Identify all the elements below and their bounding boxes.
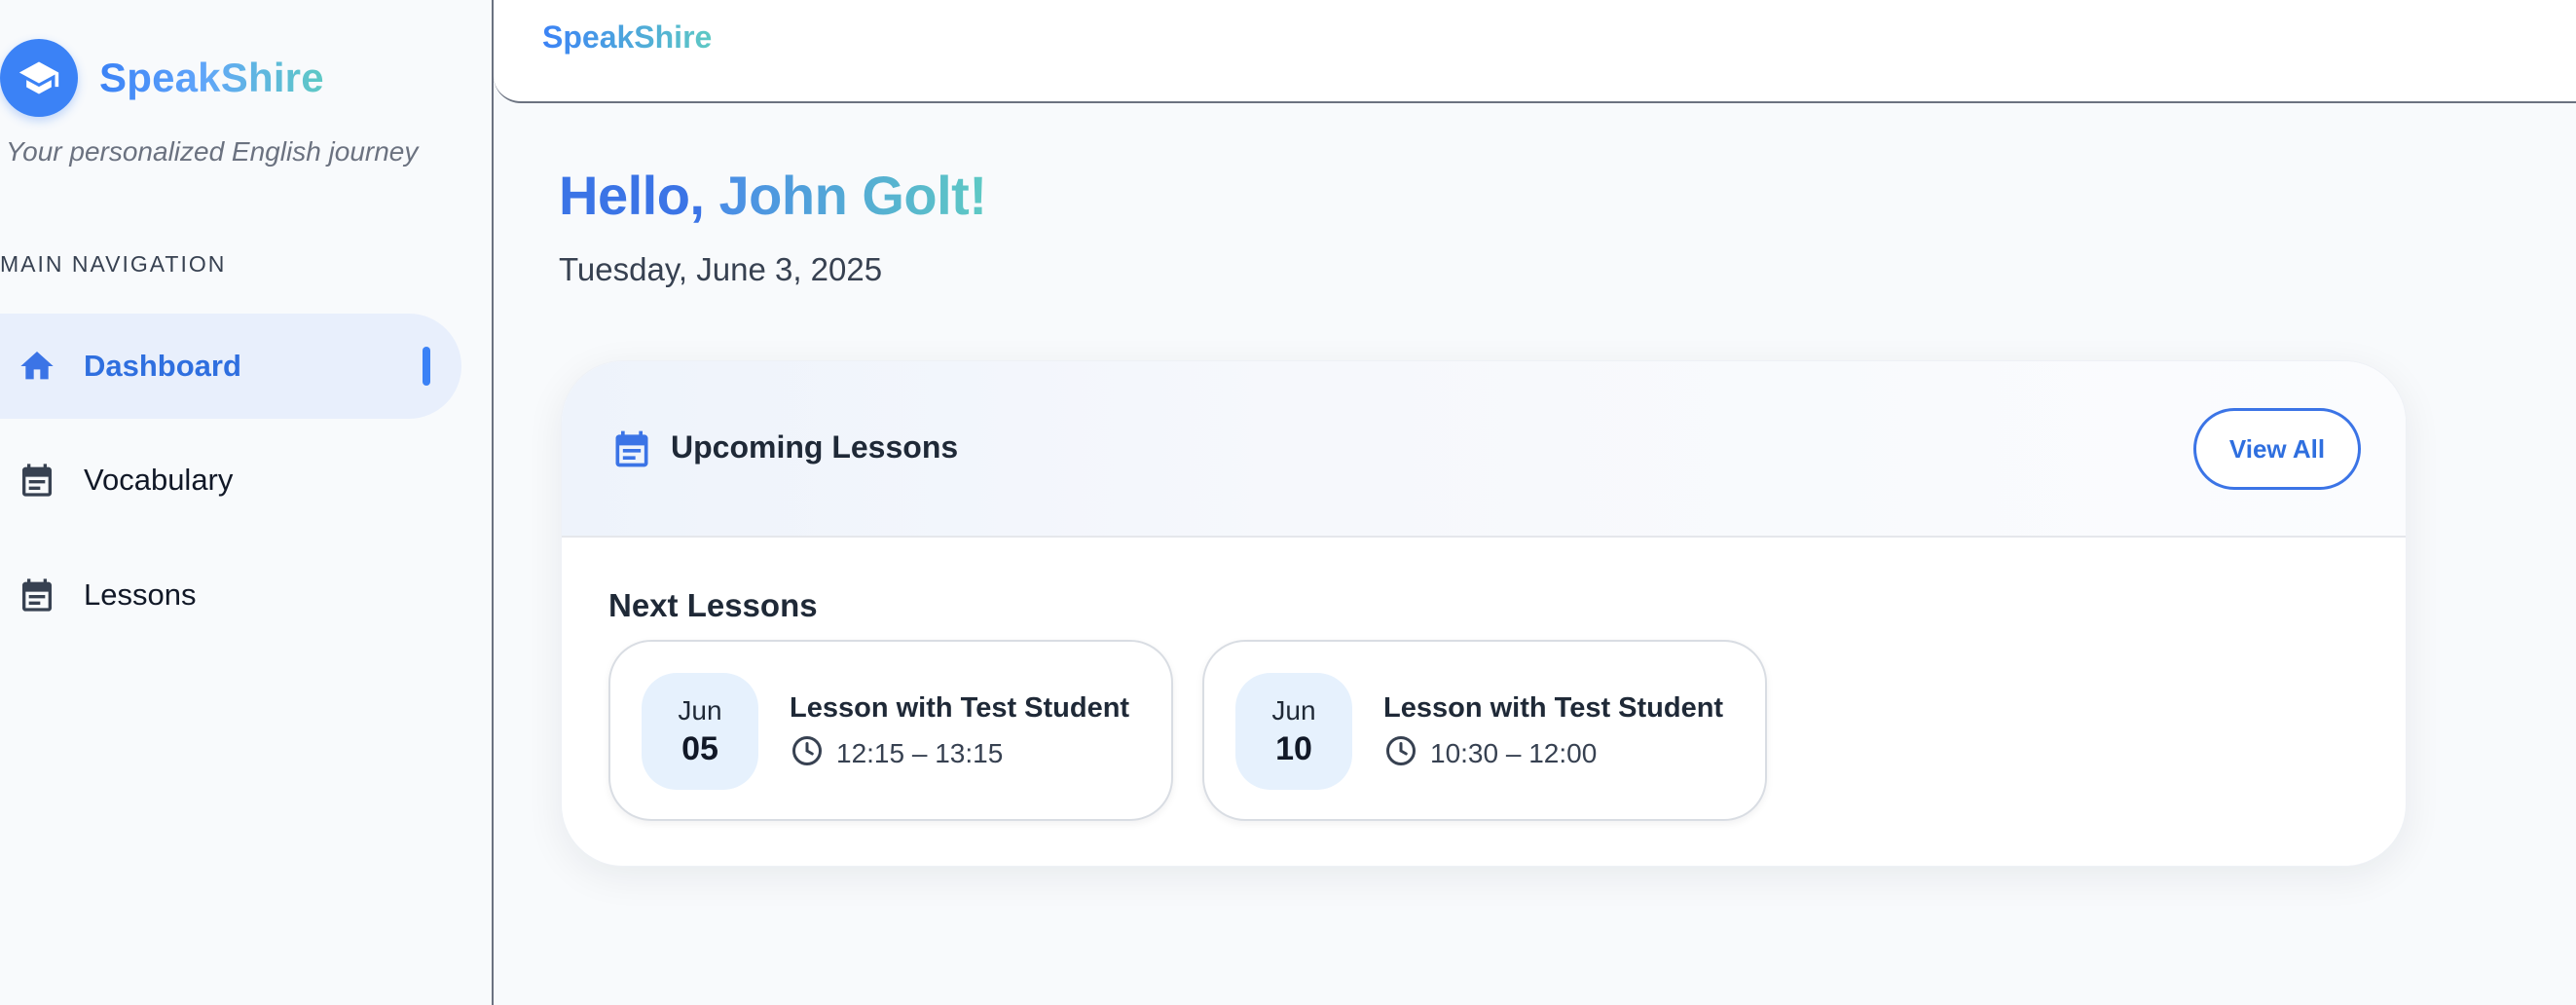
sidebar-item-label: Dashboard [84,349,241,383]
user-name: John Golt! [718,165,987,226]
greeting: Hello, John Golt! [559,164,987,227]
lesson-time-text: 12:15 – 13:15 [836,737,1004,768]
card-title: Upcoming Lessons [671,429,959,465]
current-date: Tuesday, June 3, 2025 [559,251,883,287]
brand[interactable]: SpeakShire [0,39,324,117]
top-bar: SpeakShire [494,0,2576,103]
view-all-button[interactable]: View All [2193,408,2361,490]
sidebar-item-vocabulary[interactable]: Vocabulary [0,428,461,533]
sidebar: SpeakShire Your personalized English jou… [0,0,494,1005]
lesson-title: Lesson with Test Student [790,692,1130,724]
lesson-card[interactable]: Jun 10 Lesson with Test Student 10:30 – … [1202,640,1767,821]
next-lessons-title: Next Lessons [608,587,818,623]
lesson-time: 10:30 – 12:00 [1383,733,1597,773]
calendar-icon [0,576,74,614]
greeting-prefix: Hello, [559,165,705,226]
lesson-time-text: 10:30 – 12:00 [1430,737,1598,768]
graduation-cap-icon [0,39,78,117]
sidebar-item-label: Lessons [84,577,197,612]
lesson-day: 05 [681,730,718,767]
lesson-title: Lesson with Test Student [1383,692,1724,724]
home-icon [0,347,74,386]
lesson-day: 10 [1275,730,1312,767]
sidebar-item-lessons[interactable]: Lessons [0,542,461,648]
clock-icon [790,733,825,773]
lesson-month: Jun [678,695,722,726]
calendar-icon [610,428,653,475]
clock-icon [1383,733,1418,773]
date-badge: Jun 10 [1235,673,1352,790]
date-badge: Jun 05 [642,673,758,790]
sidebar-item-dashboard[interactable]: Dashboard [0,314,461,419]
lesson-card[interactable]: Jun 05 Lesson with Test Student 12:15 – … [608,640,1173,821]
card-header: Upcoming Lessons View All [562,361,2406,538]
upcoming-lessons-card: Upcoming Lessons View All Next Lessons J… [561,360,2407,867]
calendar-icon [0,461,74,500]
sidebar-item-label: Vocabulary [84,463,234,497]
lesson-month: Jun [1271,695,1316,726]
topbar-brand[interactable]: SpeakShire [542,19,712,56]
nav-heading: MAIN NAVIGATION [0,251,227,277]
tagline: Your personalized English journey [6,136,419,167]
active-indicator [423,347,430,386]
lesson-time: 12:15 – 13:15 [790,733,1003,773]
brand-name: SpeakShire [99,55,324,100]
app-root: SpeakShire Your personalized English jou… [0,0,2576,1005]
